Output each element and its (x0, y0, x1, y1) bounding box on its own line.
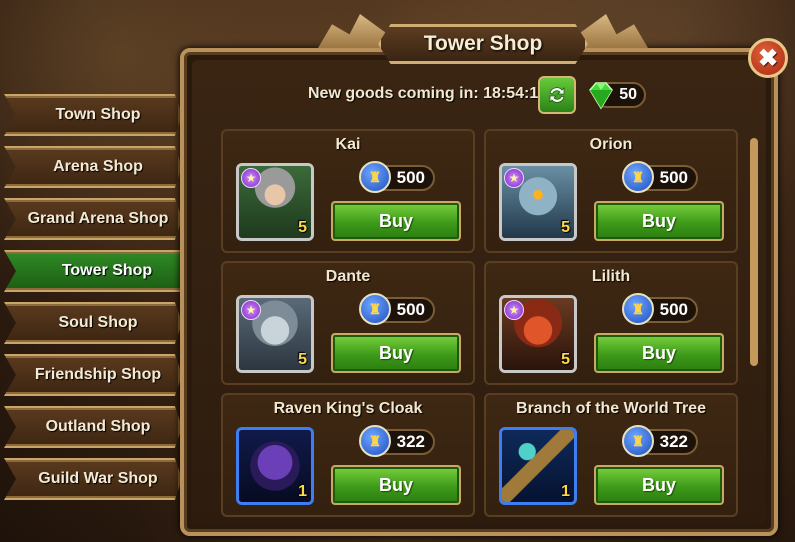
buy-button[interactable]: Buy (331, 333, 461, 373)
buy-button[interactable]: Buy (331, 465, 461, 505)
buy-button[interactable]: Buy (331, 201, 461, 241)
buy-button[interactable]: Buy (594, 201, 724, 241)
star-badge-icon: ★ (241, 168, 261, 188)
item-level: 5 (561, 219, 570, 236)
sidebar-item-label: Friendship Shop (34, 366, 162, 383)
hero-portrait[interactable]: ★ 5 (236, 295, 314, 373)
sidebar-item-label: Guild War Shop (38, 470, 158, 487)
item-level: 1 (298, 483, 307, 500)
item-portrait[interactable]: 1 (499, 427, 577, 505)
star-badge-icon: ★ (504, 168, 524, 188)
sidebar-item-arena-shop[interactable]: Arena Shop (4, 146, 182, 188)
price-value: 322 (396, 432, 425, 451)
sidebar-item-tower-shop[interactable]: Tower Shop (4, 250, 200, 292)
gem-count: 50 (619, 86, 637, 103)
hero-portrait[interactable]: ★ 5 (236, 163, 314, 241)
item-name: Dante (325, 268, 371, 285)
tower-coin-icon: ♜ (622, 425, 654, 457)
tower-coin-icon: ♜ (359, 425, 391, 457)
close-button[interactable]: ✖ (748, 38, 788, 78)
shop-item-card: Lilith ★ 5 500 ♜ Buy (484, 261, 738, 385)
sidebar-item-label: Soul Shop (58, 314, 138, 331)
sidebar-item-guild-war-shop[interactable]: Guild War Shop (4, 458, 182, 500)
shop-item-card: Kai ★ 5 500 ♜ Buy (221, 129, 475, 253)
refresh-icon (549, 87, 565, 103)
restock-timer: New goods coming in: 18:54:12 (308, 85, 548, 102)
shop-item-card: Dante ★ 5 500 ♜ Buy (221, 261, 475, 385)
price-value: 500 (659, 168, 688, 187)
item-level: 5 (298, 351, 307, 368)
shop-item-card: Orion ★ 5 500 ♜ Buy (484, 129, 738, 253)
sidebar-item-soul-shop[interactable]: Soul Shop (4, 302, 182, 344)
sidebar-item-label: Tower Shop (61, 262, 153, 279)
tower-coin-icon: ♜ (622, 293, 654, 325)
item-level: 1 (561, 483, 570, 500)
shop-item-card: Raven King's Cloak 1 322 ♜ Buy (221, 393, 475, 517)
hero-portrait[interactable]: ★ 5 (499, 295, 577, 373)
emerald-icon (589, 82, 613, 110)
tower-coin-icon: ♜ (359, 293, 391, 325)
buy-button[interactable]: Buy (594, 333, 724, 373)
item-level: 5 (561, 351, 570, 368)
sidebar-item-label: Arena Shop (53, 158, 143, 175)
item-name: Orion (589, 136, 633, 153)
buy-button[interactable]: Buy (594, 465, 724, 505)
sidebar-item-label: Grand Arena Shop (27, 210, 169, 227)
price-value: 500 (659, 300, 688, 319)
tower-coin-icon: ♜ (359, 161, 391, 193)
page-title: Tower Shop (378, 24, 588, 64)
item-portrait[interactable]: 1 (236, 427, 314, 505)
hero-portrait[interactable]: ★ 5 (499, 163, 577, 241)
star-badge-icon: ★ (504, 300, 524, 320)
sidebar-item-friendship-shop[interactable]: Friendship Shop (4, 354, 182, 396)
item-name: Kai (335, 136, 361, 153)
sidebar-item-grand-arena-shop[interactable]: Grand Arena Shop (4, 198, 182, 240)
close-icon: ✖ (757, 44, 779, 72)
refresh-button[interactable] (538, 76, 576, 114)
tower-coin-icon: ♜ (622, 161, 654, 193)
item-name: Lilith (591, 268, 631, 285)
sidebar-item-town-shop[interactable]: Town Shop (4, 94, 182, 136)
sidebar-item-label: Town Shop (55, 106, 141, 123)
star-badge-icon: ★ (241, 300, 261, 320)
sidebar-item-outland-shop[interactable]: Outland Shop (4, 406, 182, 448)
item-name: Raven King's Cloak (273, 400, 423, 417)
shop-item-card: Branch of the World Tree 1 322 ♜ Buy (484, 393, 738, 517)
item-level: 5 (298, 219, 307, 236)
price-value: 322 (659, 432, 688, 451)
item-name: Branch of the World Tree (516, 400, 706, 417)
price-value: 500 (396, 300, 425, 319)
scrollbar[interactable] (750, 138, 758, 366)
price-value: 500 (396, 168, 425, 187)
sidebar-item-label: Outland Shop (45, 418, 151, 435)
